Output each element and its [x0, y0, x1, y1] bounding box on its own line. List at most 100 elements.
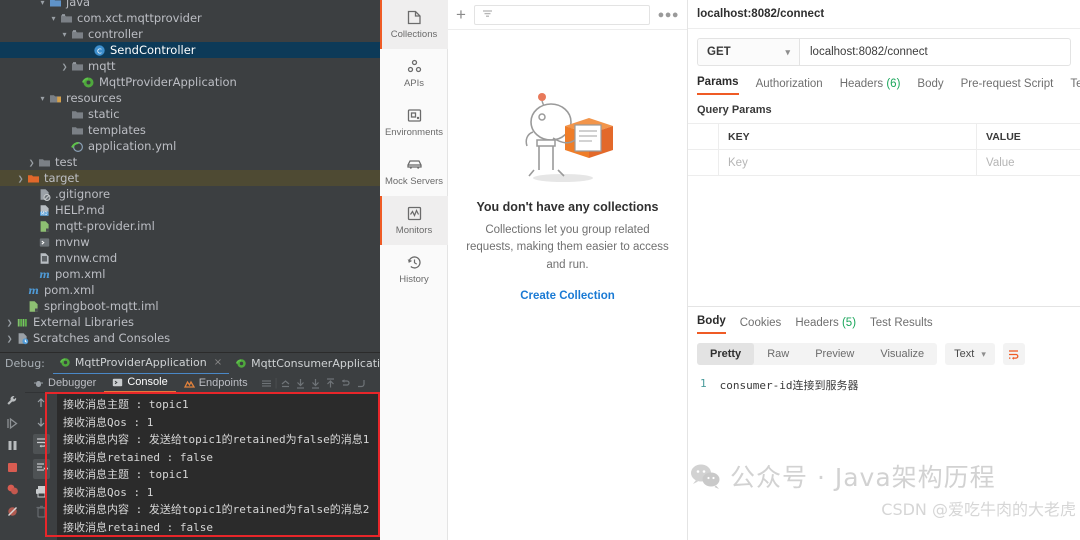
rail-item-history[interactable]: History	[380, 245, 448, 294]
chevron-down-icon[interactable]	[37, 0, 48, 7]
chevron-right-icon[interactable]	[4, 318, 15, 327]
rail-item-label: Collections	[390, 29, 438, 40]
tree-item-templates[interactable]: templates	[0, 122, 380, 138]
view-pretty[interactable]: Pretty	[697, 343, 755, 365]
rail-item-collections[interactable]: Collections	[380, 0, 448, 49]
response-tab-cookies[interactable]: Cookies	[740, 317, 782, 334]
gitignore-icon	[37, 188, 52, 201]
scroll-up-icon	[37, 398, 45, 407]
svg-text:C: C	[97, 47, 102, 55]
debug-subtab-debugger[interactable]: Debugger	[25, 374, 104, 393]
package-icon	[70, 60, 85, 73]
view-visualize[interactable]: Visualize	[867, 343, 937, 365]
tree-item-scratches-and-consoles[interactable]: Scratches and Consoles	[0, 330, 380, 346]
chevron-right-icon[interactable]	[26, 158, 37, 167]
tree-item-help-md[interactable]: MD HELP.md	[0, 202, 380, 218]
debug-tab-2[interactable]: MqttConsumerApplication	[229, 353, 401, 375]
request-tab-params[interactable]: Params	[697, 76, 739, 95]
debug-tab-label: MqttConsumerApplication	[251, 356, 394, 370]
tree-item-mvnw-cmd[interactable]: mvnw.cmd	[0, 250, 380, 266]
debug-subtabs[interactable]: Debugger Console Endpoints |	[0, 374, 380, 393]
debug-tab-1[interactable]: MqttProviderApplication ×	[52, 352, 230, 375]
tree-item-external-libraries[interactable]: External Libraries	[0, 314, 380, 330]
close-icon[interactable]: ×	[214, 352, 222, 374]
empty-description: Collections let you group related reques…	[466, 224, 669, 271]
chevron-right-icon[interactable]	[15, 174, 26, 183]
view-preview[interactable]: Preview	[802, 343, 867, 365]
history-icon	[406, 254, 423, 271]
collections-panel: + ●●● You don't have any collections Col…	[448, 0, 688, 540]
tree-item-java[interactable]: java	[0, 0, 380, 10]
response-tab-test-results[interactable]: Test Results	[870, 317, 933, 334]
tree-item-label: pom.xml	[44, 283, 95, 297]
request-title: localhost:8082/connect	[688, 0, 1080, 29]
folder-resources-icon	[48, 92, 63, 105]
tree-item-springboot-mqtt-iml[interactable]: springboot-mqtt.iml	[0, 298, 380, 314]
shell-icon	[37, 236, 52, 249]
row-checkbox[interactable]	[688, 150, 719, 175]
tree-item-mvnw[interactable]: mvnw	[0, 234, 380, 250]
response-format-select[interactable]: Text ▾	[945, 343, 995, 365]
wrap-lines-button[interactable]	[1002, 343, 1025, 365]
request-tab-authorization[interactable]: Authorization	[756, 78, 823, 95]
rail-item-monitors[interactable]: Monitors	[380, 196, 448, 245]
debug-run-gutter[interactable]	[0, 374, 25, 540]
tree-item-mqtt[interactable]: mqtt	[0, 58, 380, 74]
key-input[interactable]: Key	[719, 150, 977, 175]
tree-item-sendcontroller[interactable]: C SendController	[0, 42, 380, 58]
request-tabs[interactable]: Params Authorization Headers (6) Body Pre-re…	[688, 66, 1080, 95]
rail-item-mock-servers[interactable]: Mock Servers	[380, 147, 448, 196]
response-tabs[interactable]: Body Cookies Headers (5) Test Results	[688, 307, 1080, 334]
table-row[interactable]: Key Value	[688, 150, 1080, 176]
soft-wrap-icon[interactable]	[32, 434, 50, 454]
params-table: KEY VALUE Key Value	[688, 123, 1080, 176]
tree-item-test[interactable]: test	[0, 154, 380, 170]
url-input[interactable]: localhost:8082/connect	[799, 38, 1071, 66]
collections-more-button[interactable]: ●●●	[658, 9, 679, 21]
tree-item-controller[interactable]: controller	[0, 26, 380, 42]
tree-item-mqtt-provider-iml[interactable]: mqtt-provider.iml	[0, 218, 380, 234]
tree-item-pom-xml[interactable]: m pom.xml	[0, 266, 380, 282]
tree-item--gitignore[interactable]: .gitignore	[0, 186, 380, 202]
tree-item-resources[interactable]: resources	[0, 90, 380, 106]
tree-item-label: pom.xml	[55, 267, 106, 281]
chevron-down-icon[interactable]	[48, 14, 59, 23]
request-tab-headers[interactable]: Headers (6)	[840, 78, 901, 95]
tree-item-static[interactable]: static	[0, 106, 380, 122]
request-tab-pre-request-script[interactable]: Pre-request Script	[961, 78, 1054, 95]
create-collection-link[interactable]: Create Collection	[466, 290, 669, 302]
value-input[interactable]: Value	[977, 150, 1080, 175]
tree-item-com-xct-mqttprovider[interactable]: com.xct.mqttprovider	[0, 10, 380, 26]
chevron-right-icon[interactable]	[59, 62, 70, 71]
response-view-segment[interactable]: Pretty Raw Preview Visualize	[697, 343, 938, 365]
tree-item-mqttproviderapplication[interactable]: MqttProviderApplication	[0, 74, 380, 90]
tree-item-pom-xml[interactable]: m pom.xml	[0, 282, 380, 298]
params-header-value: VALUE	[986, 130, 1021, 143]
debug-subtab-console[interactable]: Console	[104, 374, 176, 393]
postman-nav-rail[interactable]: Collections APIs Environments Mock Servers M…	[380, 0, 448, 540]
rail-item-apis[interactable]: APIs	[380, 49, 448, 98]
request-tab-tests[interactable]: Tests	[1070, 78, 1080, 95]
response-tab-headers[interactable]: Headers (5)	[795, 317, 856, 334]
tree-item-application-yml[interactable]: application.yml	[0, 138, 380, 154]
debug-tabs[interactable]: MqttProviderApplication × MqttConsumerAppl…	[52, 352, 401, 375]
tree-item-label: MqttProviderApplication	[99, 75, 237, 89]
scroll-to-end-icon[interactable]	[32, 459, 50, 479]
project-tree[interactable]: java com.xct.mqttprovider controller C SendC…	[0, 0, 380, 346]
tree-item-target[interactable]: target	[0, 170, 380, 186]
breakpoints-icon	[7, 484, 18, 495]
debug-subtab-endpoints[interactable]: Endpoints	[176, 374, 256, 393]
add-collection-button[interactable]: +	[456, 6, 466, 23]
view-raw[interactable]: Raw	[754, 343, 802, 365]
response-tab-body[interactable]: Body	[697, 315, 726, 334]
request-tab-body[interactable]: Body	[917, 78, 943, 95]
collections-filter-input[interactable]	[473, 4, 650, 25]
console-line: 接收消息Qos : 1	[63, 485, 154, 499]
debug-extra-icons[interactable]: |	[260, 377, 368, 390]
console-side-gutter[interactable]	[25, 393, 57, 540]
rail-item-environments[interactable]: Environments	[380, 98, 448, 147]
chevron-right-icon[interactable]	[4, 334, 15, 343]
chevron-down-icon[interactable]	[37, 94, 48, 103]
chevron-down-icon[interactable]	[59, 30, 70, 39]
method-select[interactable]: GET ▾	[697, 38, 799, 66]
